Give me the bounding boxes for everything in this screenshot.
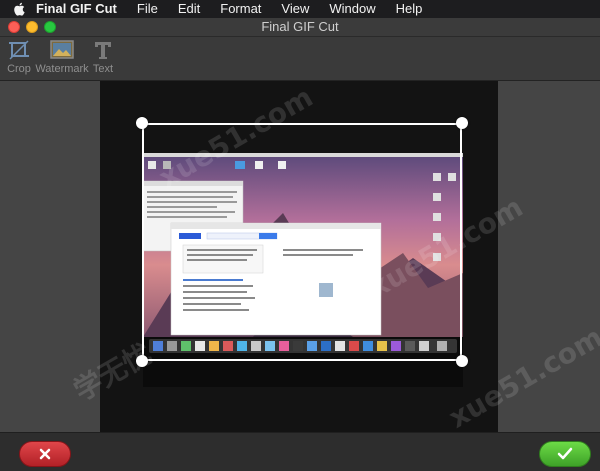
watermark-tool-button[interactable]: Watermark — [35, 37, 89, 80]
cancel-button[interactable] — [19, 441, 71, 467]
text-tool-label: Text — [92, 63, 114, 75]
crop-handle-top-left[interactable] — [136, 117, 148, 129]
canvas-stage — [100, 81, 498, 432]
bottom-action-bar — [0, 432, 600, 471]
menu-format[interactable]: Format — [210, 0, 271, 18]
toolbar: Crop Watermark Text — [0, 37, 600, 81]
close-window-button[interactable] — [8, 21, 20, 33]
window-title: Final GIF Cut — [261, 19, 339, 34]
crop-tool-button[interactable]: Crop — [5, 37, 33, 80]
menu-app-name[interactable]: Final GIF Cut — [30, 0, 127, 18]
crop-handle-bottom-right[interactable] — [456, 355, 468, 367]
apple-icon[interactable] — [8, 0, 30, 18]
crop-icon — [9, 40, 29, 60]
menu-window[interactable]: Window — [319, 0, 385, 18]
zoom-window-button[interactable] — [44, 21, 56, 33]
crop-selection-frame[interactable] — [142, 123, 462, 361]
menu-bar: Final GIF Cut File Edit Format View Wind… — [0, 0, 600, 18]
window-titlebar: Final GIF Cut — [0, 18, 600, 37]
minimize-window-button[interactable] — [26, 21, 38, 33]
watermark-tool-label: Watermark — [35, 63, 89, 75]
crop-handle-bottom-left[interactable] — [136, 355, 148, 367]
menu-help[interactable]: Help — [386, 0, 433, 18]
text-tool-button[interactable]: Text — [90, 37, 116, 80]
crop-tool-label: Crop — [7, 63, 31, 75]
menu-edit[interactable]: Edit — [168, 0, 210, 18]
image-icon — [50, 40, 74, 59]
menu-view[interactable]: View — [271, 0, 319, 18]
menu-file[interactable]: File — [127, 0, 168, 18]
confirm-button[interactable] — [539, 441, 591, 467]
crop-handle-top-right[interactable] — [456, 117, 468, 129]
x-icon — [39, 448, 51, 460]
workspace: xue51.com xue51.com xue51.com 学无忧 — [0, 80, 600, 435]
checkmark-icon — [557, 447, 573, 460]
text-icon — [95, 42, 111, 59]
